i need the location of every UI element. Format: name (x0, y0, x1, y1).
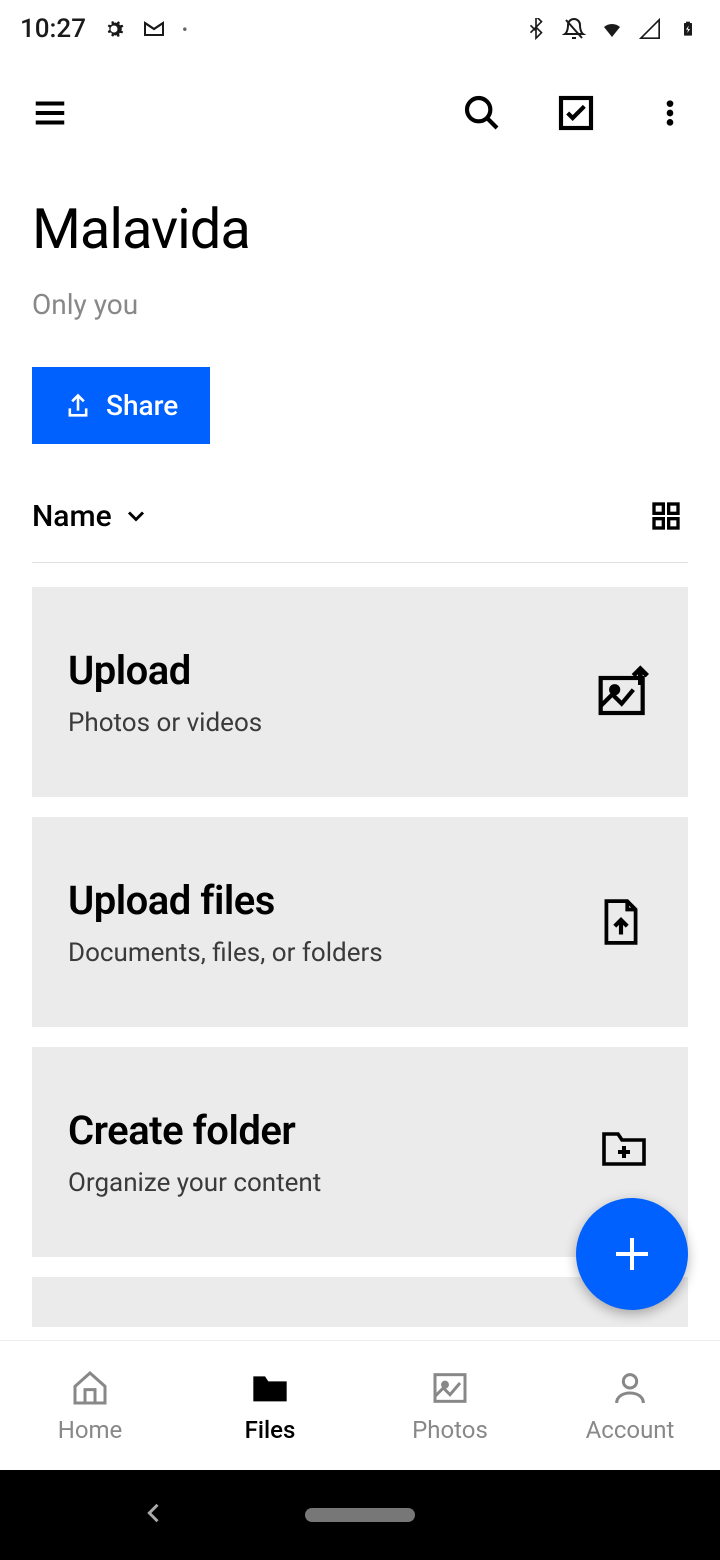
search-button[interactable] (460, 91, 504, 135)
card-description: Organize your content (68, 1168, 321, 1198)
card-title: Create folder (68, 1107, 321, 1154)
folder-icon (250, 1368, 290, 1408)
folder-add-icon (596, 1124, 652, 1180)
card-description: Photos or videos (68, 708, 262, 738)
back-button[interactable] (140, 1499, 168, 1531)
card-title: Upload files (68, 877, 383, 924)
share-button[interactable]: Share (32, 367, 210, 444)
nav-photos[interactable]: Photos (360, 1341, 540, 1470)
chevron-down-icon (122, 502, 150, 530)
page-title: Malavida (32, 196, 688, 262)
nav-label: Files (245, 1416, 296, 1444)
person-icon (610, 1368, 650, 1408)
notifications-off-icon (562, 17, 586, 41)
privacy-label: Only you (32, 288, 688, 321)
bottom-navigation: Home Files Photos Account (0, 1340, 720, 1470)
image-icon (430, 1368, 470, 1408)
share-button-label: Share (106, 389, 178, 422)
app-bar (0, 58, 720, 168)
nav-label: Photos (412, 1416, 488, 1444)
add-fab[interactable] (576, 1198, 688, 1310)
nav-label: Account (586, 1416, 675, 1444)
upload-photos-card[interactable]: Upload Photos or videos (32, 587, 688, 797)
nav-account[interactable]: Account (540, 1341, 720, 1470)
nav-home[interactable]: Home (0, 1341, 180, 1470)
image-upload-icon (596, 664, 652, 720)
nav-pill[interactable] (305, 1508, 415, 1522)
nav-files[interactable]: Files (180, 1341, 360, 1470)
plus-icon (608, 1230, 656, 1278)
wifi-icon (600, 17, 624, 41)
status-time: 10:27 (20, 14, 86, 44)
select-button[interactable] (554, 91, 598, 135)
nav-label: Home (58, 1416, 123, 1444)
settings-icon (102, 17, 126, 41)
signal-icon (638, 17, 662, 41)
file-upload-icon (596, 894, 652, 950)
upload-files-card[interactable]: Upload files Documents, files, or folder… (32, 817, 688, 1027)
more-options-button[interactable] (648, 91, 692, 135)
share-icon (64, 392, 92, 420)
menu-button[interactable] (28, 91, 72, 135)
sort-label: Name (32, 499, 112, 534)
battery-charging-icon (676, 17, 700, 41)
card-description: Documents, files, or folders (68, 938, 383, 968)
card-title: Upload (68, 647, 262, 694)
grid-view-button[interactable] (644, 494, 688, 538)
sort-button[interactable]: Name (32, 499, 150, 534)
system-navigation (0, 1470, 720, 1560)
home-icon (70, 1368, 110, 1408)
dot-icon: • (182, 20, 188, 39)
gmail-icon (142, 17, 166, 41)
bluetooth-icon (524, 17, 548, 41)
status-bar: 10:27 • (0, 0, 720, 58)
